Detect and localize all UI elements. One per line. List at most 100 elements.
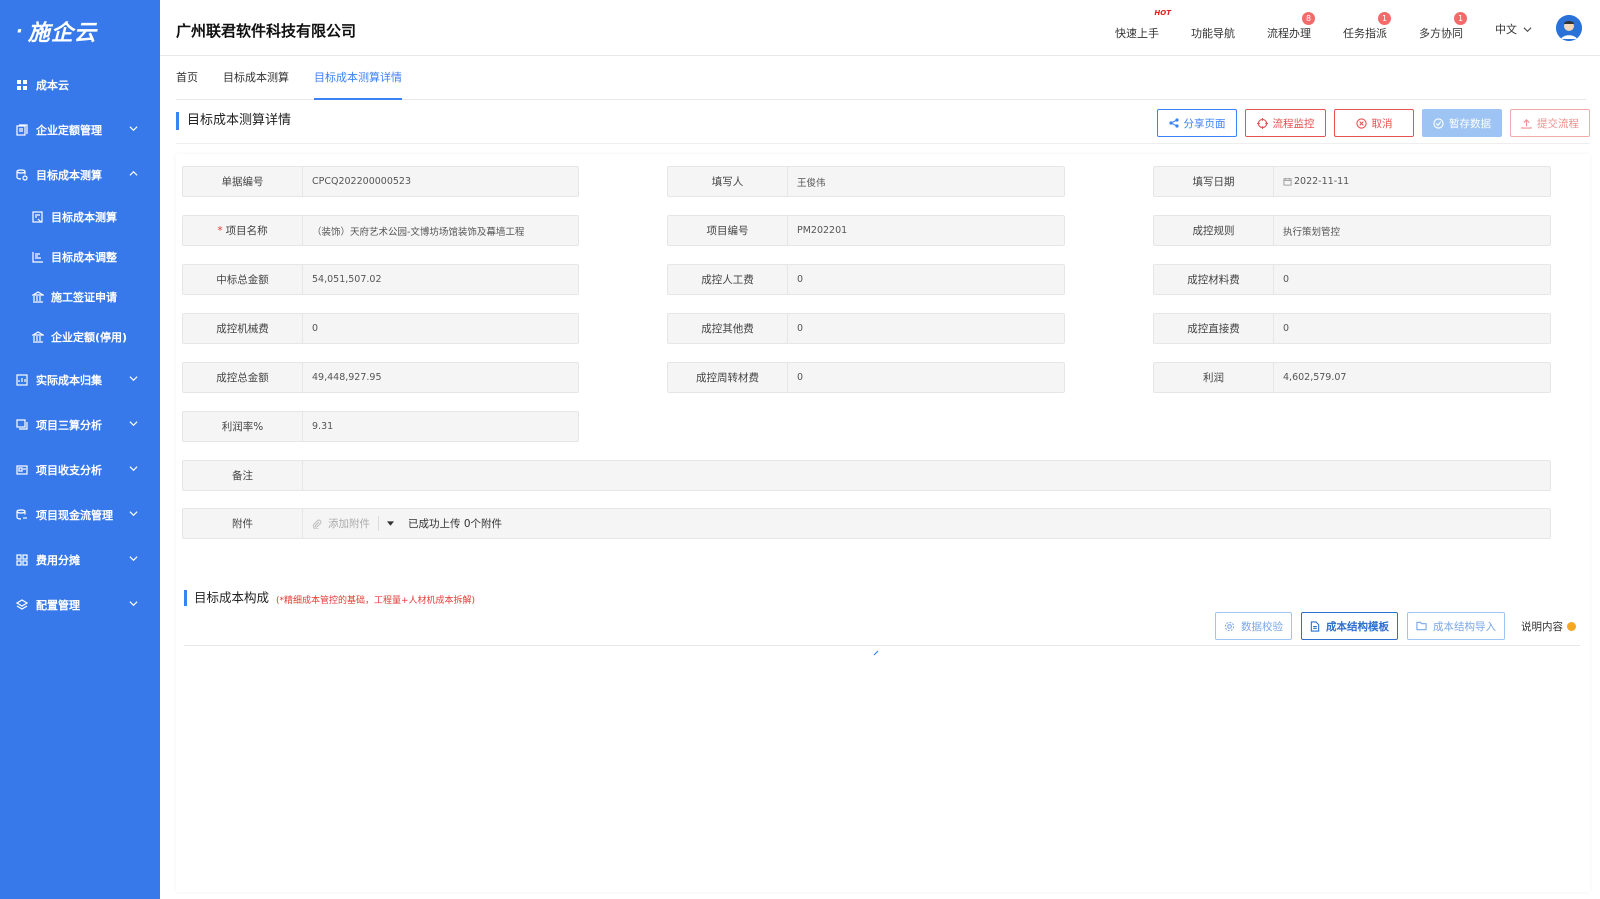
project-code-value[interactable]: PM202201: [788, 216, 1064, 245]
doc-no-value[interactable]: CPCQ202200000523: [303, 167, 578, 196]
sidebar-subitem-label: 企业定额(停用): [51, 331, 128, 344]
material-label: 成控材料费: [1154, 265, 1274, 294]
sidebar-subitem-target-cost-calc[interactable]: 目标成本测算: [0, 197, 160, 237]
paperclip-icon: [312, 519, 322, 529]
logo-text: 施企云: [27, 21, 97, 46]
sidebar-item-label: 目标成本测算: [36, 168, 102, 182]
divider: [184, 645, 1580, 646]
avatar[interactable]: [1556, 15, 1582, 41]
tab-target-cost-detail[interactable]: 目标成本测算详情: [314, 56, 402, 100]
sidebar-item-expense-allocation[interactable]: 费用分摊: [0, 537, 160, 582]
process-monitor-button[interactable]: 流程监控: [1245, 109, 1326, 137]
add-attachment-label: 添加附件: [328, 518, 370, 530]
sidebar-subitem-visa-apply[interactable]: 施工签证申请: [0, 277, 160, 317]
process-link[interactable]: 流程办理 8: [1267, 12, 1315, 41]
calc-icon: [32, 211, 44, 223]
date-picker[interactable]: 2022-11-11: [1274, 167, 1550, 196]
function-nav-link[interactable]: 功能导航: [1191, 15, 1235, 41]
quick-start-link[interactable]: 快速上手 HOT: [1115, 9, 1171, 41]
sidebar: · 施企云 成本云 企业定额管理 目标成本测算 目标成本测算 目标成本调整 施工签…: [0, 0, 160, 899]
stack-icon: [16, 418, 28, 431]
cost-template-button[interactable]: 成本结构模板: [1301, 612, 1398, 640]
sidebar-item-label: 费用分摊: [36, 553, 80, 567]
tab-home[interactable]: 首页: [176, 56, 198, 100]
chevron-up-icon: [129, 170, 138, 176]
bid-total-value[interactable]: 54,051,507.02: [303, 265, 578, 294]
check-circle-icon: [1433, 117, 1444, 129]
cost-import-button[interactable]: 成本结构导入: [1407, 612, 1505, 640]
loading-spinner-icon: [873, 650, 879, 656]
page-tabs: 首页 目标成本测算 目标成本测算详情: [176, 56, 1586, 100]
collaboration-badge: 1: [1454, 12, 1467, 25]
turnover-value[interactable]: 0: [788, 363, 1064, 392]
task-assign-link[interactable]: 任务指派 1: [1343, 12, 1391, 41]
sidebar-item-actual-cost[interactable]: 实际成本归集: [0, 357, 160, 402]
task-assign-label: 任务指派: [1343, 27, 1387, 40]
explain-link[interactable]: 说明内容: [1521, 619, 1576, 634]
page-header: 目标成本测算详情 分享页面 流程监控 取消 暂存数据 提交流程: [176, 106, 1590, 144]
sidebar-item-config[interactable]: 配置管理: [0, 582, 160, 627]
required-mark: *: [217, 224, 223, 237]
save-label: 暂存数据: [1449, 117, 1491, 130]
turnover-label: 成控周转材费: [668, 363, 788, 392]
share-icon: [1168, 118, 1179, 128]
company-name: 广州联君软件科技有限公司: [176, 22, 357, 40]
direct-value[interactable]: 0: [1274, 314, 1550, 343]
sidebar-item-label: 项目三算分析: [36, 418, 102, 432]
submit-process-button[interactable]: 提交流程: [1510, 109, 1590, 137]
writer-value[interactable]: 王俊伟: [788, 167, 1064, 196]
data-validate-button[interactable]: 数据校验: [1215, 612, 1292, 640]
cash-icon: [16, 508, 28, 521]
upload-icon: [1521, 118, 1532, 129]
material-value[interactable]: 0: [1274, 265, 1550, 294]
attachment-status: 已成功上传 0个附件: [408, 518, 503, 530]
sidebar-item-label: 实际成本归集: [36, 373, 102, 387]
project-code-label: 项目编号: [668, 216, 788, 245]
save-draft-button[interactable]: 暂存数据: [1422, 109, 1502, 137]
share-page-button[interactable]: 分享页面: [1157, 109, 1237, 137]
profit-value[interactable]: 4,602,579.07: [1274, 363, 1550, 392]
cost-total-label: 成控总金额: [183, 363, 303, 392]
cancel-button[interactable]: 取消: [1334, 109, 1414, 137]
rule-value[interactable]: 执行策划管控: [1274, 216, 1550, 245]
collaboration-link[interactable]: 多方协同 1: [1419, 12, 1467, 41]
profit-rate-value[interactable]: 9.31: [303, 412, 578, 441]
app-logo[interactable]: · 施企云: [0, 0, 160, 62]
sidebar-subitem-enterprise-quota-disabled[interactable]: 企业定额(停用): [0, 317, 160, 357]
cost-total-value[interactable]: 49,448,927.95: [303, 363, 578, 392]
rule-field: 成控规则 执行策划管控: [1153, 215, 1551, 246]
sidebar-item-enterprise-quota[interactable]: 企业定额管理: [0, 107, 160, 152]
other-label: 成控其他费: [668, 314, 788, 343]
project-name-value[interactable]: （装饰）天府艺术公园-文博坊场馆装饰及幕墙工程: [303, 216, 578, 245]
machine-value[interactable]: 0: [303, 314, 578, 343]
remark-input[interactable]: [303, 461, 1550, 490]
apps-icon: [16, 553, 28, 566]
doc-no-field: 单据编号 CPCQ202200000523: [182, 166, 579, 197]
machine-field: 成控机械费 0: [182, 313, 579, 344]
project-name-field: * 项目名称 （装饰）天府艺术公园-文博坊场馆装饰及幕墙工程: [182, 215, 579, 246]
remark-field: 备注: [182, 460, 1551, 491]
language-select[interactable]: 中文: [1495, 19, 1532, 37]
sidebar-item-three-calc[interactable]: 项目三算分析: [0, 402, 160, 447]
rule-label: 成控规则: [1154, 216, 1274, 245]
labor-value[interactable]: 0: [788, 265, 1064, 294]
chevron-down-icon: [129, 555, 138, 561]
monitor-icon: [1256, 117, 1268, 129]
submit-label: 提交流程: [1537, 117, 1579, 130]
caret-down-icon[interactable]: [387, 521, 394, 526]
sidebar-item-income-expense[interactable]: 项目收支分析: [0, 447, 160, 492]
labor-field: 成控人工费 0: [667, 264, 1065, 295]
section-note: (*精细成本管控的基础，工程量+人材机成本拆解): [276, 596, 476, 606]
function-nav-label: 功能导航: [1191, 27, 1235, 40]
tab-target-cost[interactable]: 目标成本测算: [223, 56, 289, 100]
sidebar-item-target-cost[interactable]: 目标成本测算: [0, 152, 160, 197]
task-badge: 1: [1378, 12, 1391, 25]
calendar-icon: [1283, 177, 1292, 186]
process-label: 流程办理: [1267, 27, 1311, 40]
add-attachment-button[interactable]: 添加附件: [312, 516, 379, 531]
sidebar-item-cashflow[interactable]: 项目现金流管理: [0, 492, 160, 537]
sidebar-subitem-target-cost-adjust[interactable]: 目标成本调整: [0, 237, 160, 277]
project-code-field: 项目编号 PM202201: [667, 215, 1065, 246]
other-value[interactable]: 0: [788, 314, 1064, 343]
sidebar-item-cost-cloud[interactable]: 成本云: [0, 62, 160, 107]
